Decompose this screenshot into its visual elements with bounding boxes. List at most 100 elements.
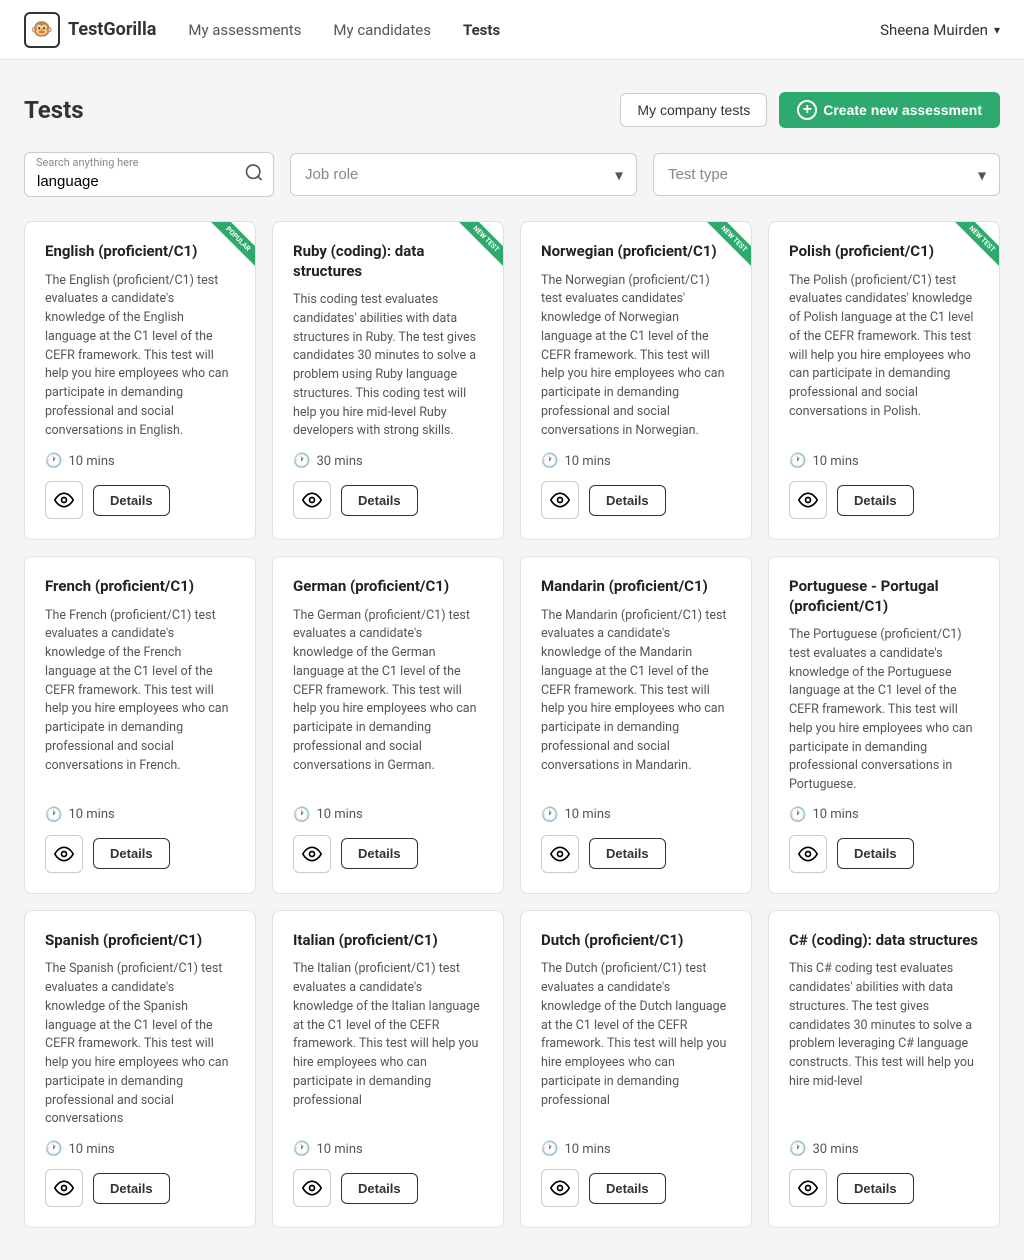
details-button[interactable]: Details xyxy=(93,485,170,516)
create-new-assessment-button[interactable]: + Create new assessment xyxy=(779,92,1000,128)
card-title: Dutch (proficient/C1) xyxy=(541,931,731,951)
clock-icon: 🕐 xyxy=(293,807,310,823)
nav-my-assessments[interactable]: My assessments xyxy=(188,21,301,39)
details-button[interactable]: Details xyxy=(589,485,666,516)
details-button[interactable]: Details xyxy=(589,1173,666,1204)
plus-icon: + xyxy=(797,100,817,120)
card-title: French (proficient/C1) xyxy=(45,577,235,597)
card-title: Spanish (proficient/C1) xyxy=(45,931,235,951)
eye-icon xyxy=(550,490,570,510)
card-actions: Details xyxy=(541,1169,731,1207)
details-button[interactable]: Details xyxy=(93,1173,170,1204)
card-actions: Details xyxy=(789,835,979,873)
test-card: NEW TEST Polish (proficient/C1) The Poli… xyxy=(768,221,1000,540)
main-content: Tests My company tests + Create new asse… xyxy=(0,60,1024,1260)
job-role-select[interactable]: Job role xyxy=(290,153,637,196)
preview-button[interactable] xyxy=(45,481,83,519)
eye-icon xyxy=(302,1178,322,1198)
preview-button[interactable] xyxy=(45,1169,83,1207)
card-duration: 30 mins xyxy=(316,454,362,469)
preview-button[interactable] xyxy=(789,835,827,873)
card-description: This C# coding test evaluates candidates… xyxy=(789,960,979,1129)
card-title: C# (coding): data structures xyxy=(789,931,979,951)
card-meta: 🕐 10 mins xyxy=(293,807,483,823)
search-label: Search anything here xyxy=(36,156,138,169)
details-button[interactable]: Details xyxy=(837,838,914,869)
eye-icon xyxy=(550,1178,570,1198)
eye-icon xyxy=(54,844,74,864)
clock-icon: 🕐 xyxy=(541,1141,558,1157)
test-card: Mandarin (proficient/C1) The Mandarin (p… xyxy=(520,556,752,894)
test-card: Portuguese - Portugal (proficient/C1) Th… xyxy=(768,556,1000,894)
preview-button[interactable] xyxy=(541,481,579,519)
preview-button[interactable] xyxy=(45,835,83,873)
eye-icon xyxy=(550,844,570,864)
page-title: Tests xyxy=(24,96,84,124)
eye-icon xyxy=(798,490,818,510)
nav-tests[interactable]: Tests xyxy=(463,21,500,39)
eye-icon xyxy=(798,844,818,864)
eye-icon xyxy=(54,1178,74,1198)
card-meta: 🕐 10 mins xyxy=(45,1141,235,1157)
details-button[interactable]: Details xyxy=(589,838,666,869)
card-meta: 🕐 10 mins xyxy=(45,453,235,469)
card-actions: Details xyxy=(45,1169,235,1207)
test-card: Spanish (proficient/C1) The Spanish (pro… xyxy=(24,910,256,1228)
job-role-filter: Job role xyxy=(290,153,637,196)
eye-icon xyxy=(798,1178,818,1198)
test-card: POPULAR English (proficient/C1) The Engl… xyxy=(24,221,256,540)
card-description: The English (proficient/C1) test evaluat… xyxy=(45,272,235,442)
details-button[interactable]: Details xyxy=(837,485,914,516)
preview-button[interactable] xyxy=(541,1169,579,1207)
badge-ribbon: NEW TEST xyxy=(456,222,503,269)
card-badge: NEW TEST xyxy=(443,222,503,282)
clock-icon: 🕐 xyxy=(541,807,558,823)
test-type-select[interactable]: Test type xyxy=(653,153,1000,196)
preview-button[interactable] xyxy=(789,1169,827,1207)
card-actions: Details xyxy=(541,481,731,519)
badge-ribbon: NEW TEST xyxy=(952,222,999,269)
card-duration: 10 mins xyxy=(812,807,858,822)
card-duration: 10 mins xyxy=(68,454,114,469)
clock-icon: 🕐 xyxy=(45,453,62,469)
card-description: The Italian (proficient/C1) test evaluat… xyxy=(293,960,483,1129)
my-company-tests-button[interactable]: My company tests xyxy=(620,93,767,127)
details-button[interactable]: Details xyxy=(341,485,418,516)
eye-icon xyxy=(54,490,74,510)
details-button[interactable]: Details xyxy=(93,838,170,869)
card-description: The Dutch (proficient/C1) test evaluates… xyxy=(541,960,731,1129)
details-button[interactable]: Details xyxy=(837,1173,914,1204)
page-header: Tests My company tests + Create new asse… xyxy=(24,92,1000,128)
preview-button[interactable] xyxy=(293,835,331,873)
eye-icon xyxy=(302,844,322,864)
card-description: The French (proficient/C1) test evaluate… xyxy=(45,607,235,795)
card-actions: Details xyxy=(789,481,979,519)
card-duration: 10 mins xyxy=(564,1142,610,1157)
test-card: C# (coding): data structures This C# cod… xyxy=(768,910,1000,1228)
card-duration: 10 mins xyxy=(68,1142,114,1157)
card-description: The Portuguese (proficient/C1) test eval… xyxy=(789,626,979,795)
clock-icon: 🕐 xyxy=(789,807,806,823)
card-actions: Details xyxy=(541,835,731,873)
details-button[interactable]: Details xyxy=(341,1173,418,1204)
search-icon-button[interactable] xyxy=(244,162,264,187)
clock-icon: 🕐 xyxy=(293,453,310,469)
badge-ribbon: NEW TEST xyxy=(704,222,751,269)
card-meta: 🕐 10 mins xyxy=(541,453,731,469)
details-button[interactable]: Details xyxy=(341,838,418,869)
clock-icon: 🕐 xyxy=(789,453,806,469)
preview-button[interactable] xyxy=(541,835,579,873)
preview-button[interactable] xyxy=(789,481,827,519)
card-meta: 🕐 10 mins xyxy=(541,1141,731,1157)
preview-button[interactable] xyxy=(293,1169,331,1207)
badge-ribbon: POPULAR xyxy=(208,222,255,269)
card-meta: 🕐 30 mins xyxy=(293,453,483,469)
card-badge: NEW TEST xyxy=(939,222,999,282)
main-nav: My assessments My candidates Tests xyxy=(188,21,880,39)
logo[interactable]: 🐵 TestGorilla xyxy=(24,12,156,48)
user-menu[interactable]: Sheena Muirden ▾ xyxy=(880,21,1000,39)
preview-button[interactable] xyxy=(293,481,331,519)
card-meta: 🕐 10 mins xyxy=(293,1141,483,1157)
card-description: The Mandarin (proficient/C1) test evalua… xyxy=(541,607,731,795)
nav-my-candidates[interactable]: My candidates xyxy=(333,21,431,39)
